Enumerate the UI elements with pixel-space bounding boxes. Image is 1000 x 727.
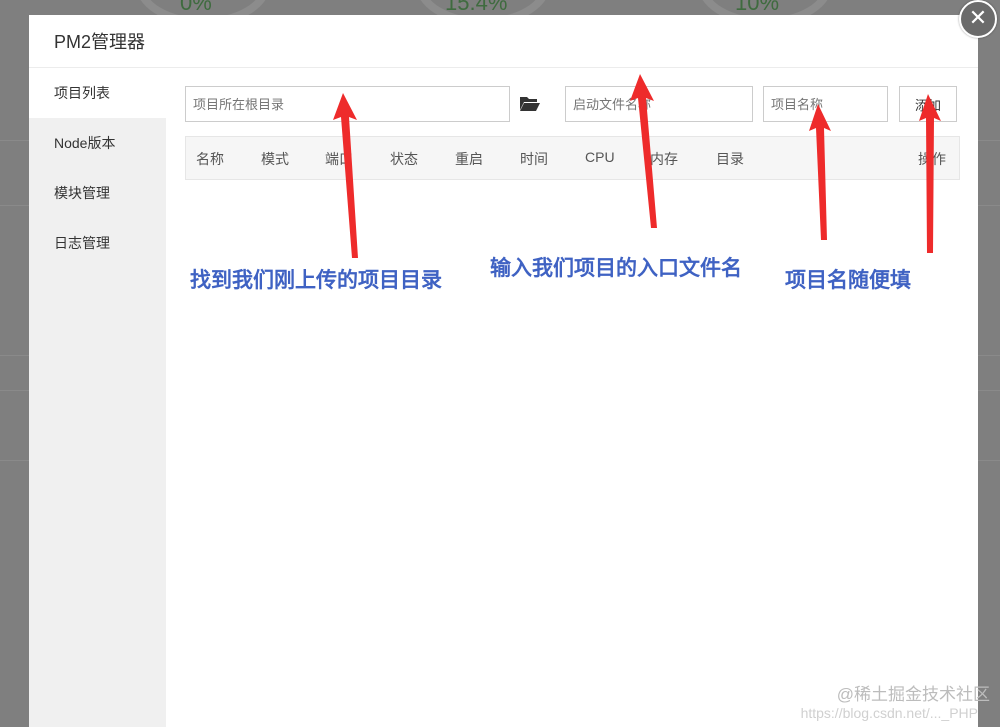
annotation-entry-file: 输入我们项目的入口文件名	[490, 257, 742, 280]
column-header: 名称	[196, 151, 224, 167]
close-icon[interactable]: ✕	[959, 0, 997, 38]
annotation-project-name: 项目名随便填	[785, 269, 911, 292]
stat-value: 0%	[180, 0, 212, 15]
sidebar-item-label: 模块管理	[54, 185, 110, 201]
sidebar-item-label: Node版本	[54, 135, 116, 151]
add-button[interactable]: 添加	[899, 86, 957, 122]
folder-open-icon[interactable]	[519, 94, 541, 114]
column-header: 操作	[918, 151, 946, 167]
column-header: 目录	[716, 151, 744, 167]
pm2-manager-dialog: PM2管理器 项目列表 Node版本 模块管理 日志管理 添加	[29, 15, 978, 727]
sidebar-item-project-list[interactable]: 项目列表	[29, 68, 166, 118]
sidebar-item-module-management[interactable]: 模块管理	[29, 168, 166, 218]
add-project-toolbar: 添加	[185, 86, 960, 124]
column-header: CPU	[585, 149, 615, 165]
column-header: 时间	[520, 151, 548, 167]
column-header: 模式	[261, 151, 289, 167]
watermark-brand: @稀土掘金技术社区	[836, 685, 990, 704]
column-header: 状态	[390, 151, 418, 167]
dialog-header: PM2管理器	[29, 15, 978, 68]
dialog-sidebar: 项目列表 Node版本 模块管理 日志管理	[29, 68, 166, 727]
stat-value: 10%	[735, 0, 780, 15]
annotation-root-dir: 找到我们刚上传的项目目录	[190, 269, 442, 292]
sidebar-item-label: 日志管理	[54, 235, 110, 251]
sidebar-item-label: 项目列表	[54, 85, 110, 101]
project-table-header: 名称 模式 端口 状态 重启 时间 CPU 内存 目录 操作	[185, 136, 960, 180]
root-dir-input[interactable]	[185, 86, 510, 122]
entry-file-input[interactable]	[565, 86, 753, 122]
sidebar-item-node-version[interactable]: Node版本	[29, 118, 166, 168]
stat-value: 15.4%	[445, 0, 508, 15]
dialog-title: PM2管理器	[54, 32, 146, 52]
watermark-url: https://blog.csdn.net/..._PHP	[800, 705, 978, 721]
project-list-panel: 添加 名称 模式 端口 状态 重启 时间 CPU 内存 目录 操作	[185, 86, 960, 180]
project-name-input[interactable]	[763, 86, 888, 122]
column-header: 重启	[455, 151, 483, 167]
column-header: 端口	[325, 151, 353, 167]
sidebar-item-log-management[interactable]: 日志管理	[29, 218, 166, 268]
column-header: 内存	[650, 151, 678, 167]
